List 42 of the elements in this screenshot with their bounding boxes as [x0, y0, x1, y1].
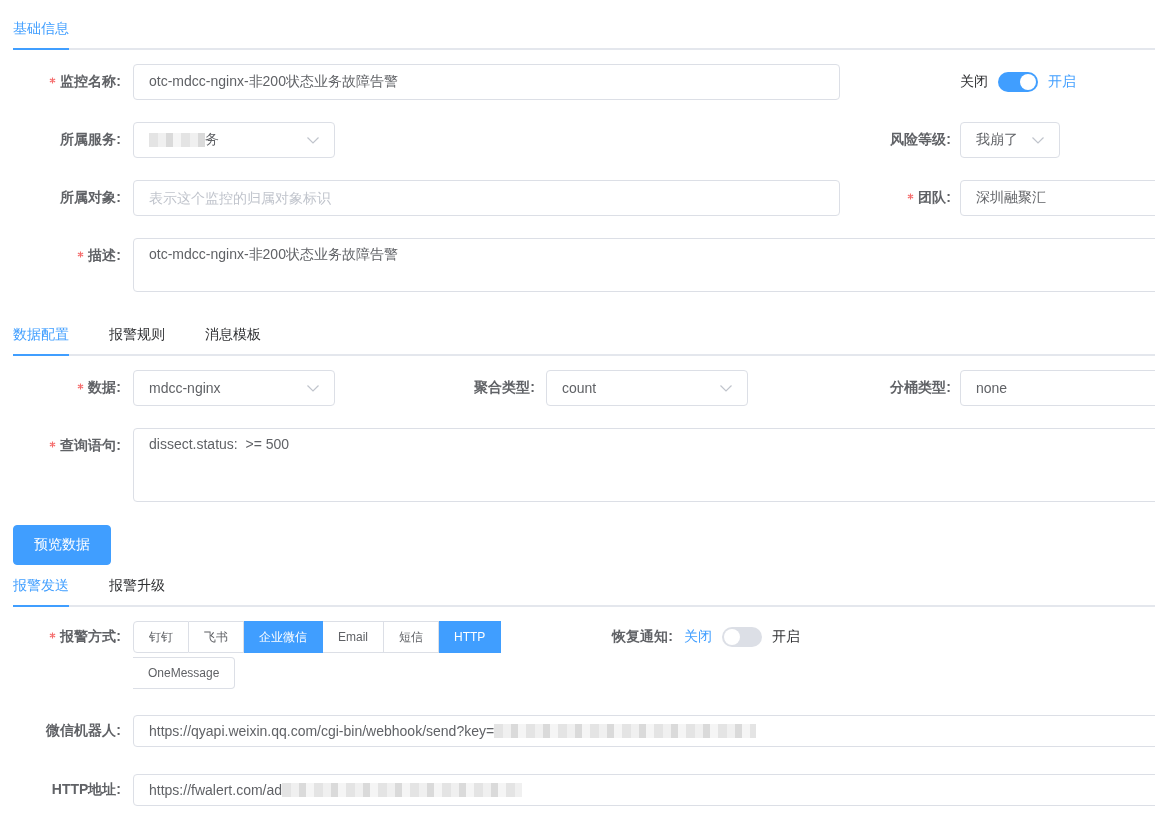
- alert-channel-button[interactable]: OneMessage: [133, 657, 236, 689]
- field-label: 风险等级:: [890, 131, 951, 149]
- data-source-select[interactable]: mdcc-nginx: [133, 370, 335, 406]
- field-label: 描述:: [88, 247, 121, 265]
- chevron-down-icon: [307, 136, 319, 144]
- chevron-down-icon: [1032, 136, 1044, 144]
- field-label: 数据:: [88, 379, 121, 397]
- switch-off-label[interactable]: 关闭: [960, 73, 988, 91]
- alert-channel-button[interactable]: Email: [323, 621, 384, 653]
- field-label: 聚合类型:: [474, 379, 535, 397]
- team-select[interactable]: 深圳融聚汇: [960, 180, 1155, 216]
- section-tab[interactable]: 消息模板: [205, 314, 261, 356]
- service-select[interactable]: 务: [133, 122, 335, 158]
- toggle-switch[interactable]: [722, 627, 762, 647]
- alert-channel-button[interactable]: 飞书: [189, 621, 244, 653]
- field-label: 所属对象:: [60, 189, 121, 207]
- risk-level-select[interactable]: 我崩了: [960, 122, 1060, 158]
- alert-channel-button[interactable]: 短信: [384, 621, 439, 653]
- section-tab[interactable]: 报警规则: [109, 314, 165, 356]
- field-label: 报警方式:: [60, 628, 121, 646]
- monitor-name-input[interactable]: otc-mdcc-nginx-非200状态业务故障告警: [133, 64, 840, 100]
- field-label: 分桶类型:: [890, 379, 951, 397]
- field-label: 团队:: [918, 189, 951, 207]
- aggregation-select[interactable]: count: [546, 370, 748, 406]
- chevron-down-icon: [720, 384, 732, 392]
- alert-channel-button[interactable]: 钉钉: [133, 621, 189, 653]
- object-input[interactable]: 表示这个监控的归属对象标识: [133, 180, 840, 216]
- field-label: 微信机器人:: [46, 722, 121, 740]
- webhook-url-field[interactable]: https://qyapi.weixin.qq.com/cgi-bin/webhook/send?key=: [133, 715, 1155, 747]
- description-textarea[interactable]: otc-mdcc-nginx-非200状态业务故障告警: [133, 238, 1155, 292]
- field-label: 监控名称:: [60, 73, 121, 91]
- field-label: 恢复通知:: [612, 628, 673, 646]
- field-label: 所属服务:: [60, 131, 121, 149]
- field-label: HTTP地址:: [51, 781, 121, 799]
- switch-on-label[interactable]: 开启: [772, 628, 800, 646]
- chevron-down-icon: [307, 384, 319, 392]
- http-url-field[interactable]: https://fwalert.com/ad: [133, 774, 1155, 806]
- bucket-select[interactable]: none: [960, 370, 1155, 406]
- toggle-switch[interactable]: [998, 72, 1038, 92]
- field-label: 查询语句:: [60, 437, 121, 455]
- section-tab[interactable]: 报警升级: [109, 565, 165, 607]
- query-textarea[interactable]: dissect.status: >= 500: [133, 428, 1155, 502]
